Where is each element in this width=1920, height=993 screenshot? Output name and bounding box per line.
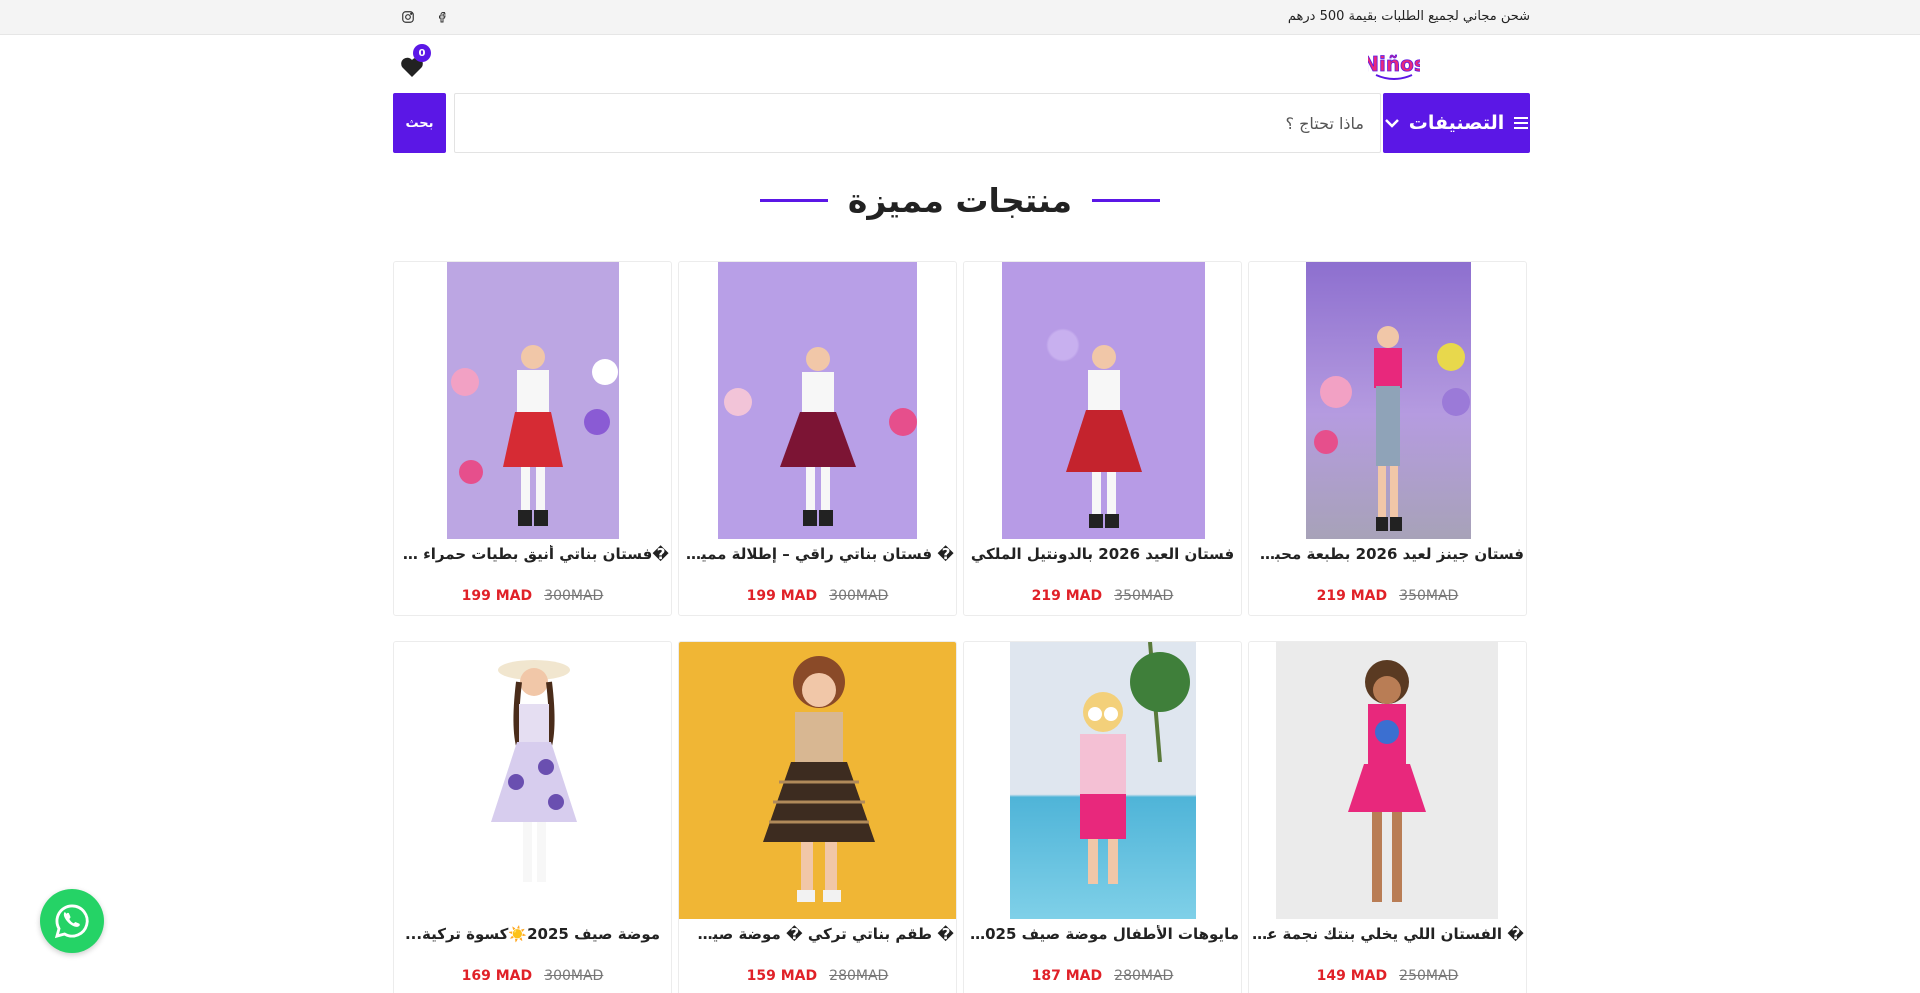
sale-price: 169 MAD [461,968,533,984]
search-bar: بحث التصنيفات [393,93,1530,153]
chevron-down-icon [1384,118,1399,128]
sale-price: 219 MAD [1316,588,1388,604]
section-title: منتجات مميزة [847,180,1073,220]
shipping-notice: شحن مجاني لجميع الطلبات بقيمة 500 درهم [1287,9,1530,24]
whatsapp-icon [54,904,89,939]
product-card[interactable]: � طقم بناتي تركي � موضة صيف 2025 �� 159 … [678,641,957,993]
sale-price: 159 MAD [746,968,818,984]
original-price: 350MAD [1399,588,1459,604]
search-input[interactable] [454,93,1381,153]
product-card[interactable]: � فستان بناتي راقي – إطلالة مميزة... 199… [678,261,957,616]
site-logo[interactable]: Niños [1362,47,1426,81]
logo-icon: Niños [1362,52,1426,80]
heading-divider [760,198,828,202]
product-title[interactable]: موضة صيف 2025☀️كسوة تركية... [396,925,669,943]
original-price: 300MAD [544,588,604,604]
product-price: 219 MAD 350MAD [1249,588,1526,604]
product-title[interactable]: � فستان بناتي راقي – إطلالة مميزة... [681,545,954,563]
logo-text: Niños [1368,52,1420,76]
categories-label: التصنيفات [1408,112,1505,134]
product-title[interactable]: �فستان بناتي أنيق بطيات حمراء موض... [396,545,669,563]
sale-price: 199 MAD [746,588,818,604]
product-image[interactable] [1306,262,1471,539]
product-image[interactable] [718,262,917,539]
menu-icon [1514,116,1529,130]
original-price: 300MAD [544,968,604,984]
instagram-icon[interactable] [399,8,417,26]
product-image[interactable] [1010,642,1196,919]
product-image[interactable] [1276,642,1498,919]
product-title[interactable]: فستان العيد 2026 بالدونتيل الملكي [966,545,1239,563]
product-price: 149 MAD 250MAD [1249,968,1526,984]
product-card[interactable]: � الفستان اللي يخلي بنتك نجمة على... 149… [1248,641,1527,993]
cart-button[interactable]: 0 [398,44,434,77]
top-bar: شحن مجاني لجميع الطلبات بقيمة 500 درهم [0,0,1920,35]
product-price: 199 MAD 300MAD [679,588,956,604]
product-title[interactable]: � الفستان اللي يخلي بنتك نجمة على... [1251,925,1524,943]
cart-count-badge: 0 [413,44,431,62]
product-card[interactable]: مايوهات الأطفال موضة صيف 2025 � 187 MAD … [963,641,1242,993]
original-price: 280MAD [1114,968,1174,984]
product-title[interactable]: فستان جينز لعيد 2026 بطبعة محبوبة... [1251,545,1524,563]
heading-divider [1092,198,1160,202]
featured-heading: منتجات مميزة [760,175,1160,225]
facebook-icon[interactable] [434,8,452,26]
product-image[interactable] [447,262,619,539]
whatsapp-button[interactable] [40,889,104,953]
categories-button[interactable]: التصنيفات [1383,93,1530,153]
product-image[interactable] [441,642,627,919]
sale-price: 149 MAD [1316,968,1388,984]
product-card[interactable]: موضة صيف 2025☀️كسوة تركية... 169 MAD 300… [393,641,672,993]
sale-price: 219 MAD [1031,588,1103,604]
product-price: 169 MAD 300MAD [394,968,671,984]
product-title[interactable]: مايوهات الأطفال موضة صيف 2025 � [966,925,1239,943]
sale-price: 187 MAD [1031,968,1103,984]
original-price: 300MAD [829,588,889,604]
sale-price: 199 MAD [461,588,533,604]
product-title[interactable]: � طقم بناتي تركي � موضة صيف 2025 �� [681,925,954,943]
product-price: 219 MAD 350MAD [964,588,1241,604]
product-image[interactable] [679,642,956,919]
product-price: 187 MAD 280MAD [964,968,1241,984]
search-button[interactable]: بحث [393,93,446,153]
original-price: 250MAD [1399,968,1459,984]
product-card[interactable]: �فستان بناتي أنيق بطيات حمراء موض... 199… [393,261,672,616]
site-header: 0 Niños [0,35,1920,90]
product-card[interactable]: فستان العيد 2026 بالدونتيل الملكي 219 MA… [963,261,1242,616]
original-price: 350MAD [1114,588,1174,604]
product-image[interactable] [1002,262,1205,539]
product-price: 159 MAD 280MAD [679,968,956,984]
original-price: 280MAD [829,968,889,984]
product-price: 199 MAD 300MAD [394,588,671,604]
product-card[interactable]: فستان جينز لعيد 2026 بطبعة محبوبة... 219… [1248,261,1527,616]
